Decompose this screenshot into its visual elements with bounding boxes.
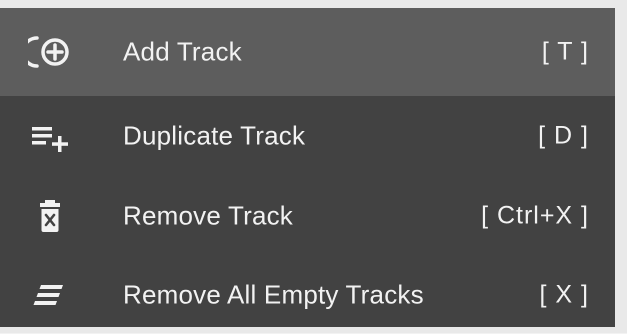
remove-empty-tracks-icon xyxy=(28,273,76,317)
duplicate-track-icon xyxy=(28,114,76,158)
menu-item-add-track[interactable]: Add Track [ T ] xyxy=(0,8,615,96)
menu-item-label: Remove Track xyxy=(123,200,294,230)
menu-item-shortcut: [ D ] xyxy=(538,121,589,150)
menu-item-label: Add Track xyxy=(123,36,242,67)
trash-icon xyxy=(28,194,76,238)
menu-item-duplicate-track[interactable]: Duplicate Track [ D ] xyxy=(0,96,615,176)
context-menu: Add Track [ T ] Duplicate Track [ D ] Re… xyxy=(0,0,627,333)
menu-item-shortcut: [ X ] xyxy=(539,280,589,308)
menu-item-shortcut: [ T ] xyxy=(541,37,589,66)
add-track-icon xyxy=(28,30,76,74)
menu-item-remove-all-empty-tracks[interactable]: Remove All Empty Tracks [ X ] xyxy=(0,255,615,334)
menu-item-label: Duplicate Track xyxy=(123,120,306,151)
menu-item-label: Remove All Empty Tracks xyxy=(123,279,424,309)
menu-item-shortcut: [ Ctrl+X ] xyxy=(481,201,589,229)
menu-item-remove-track[interactable]: Remove Track [ Ctrl+X ] xyxy=(0,176,615,255)
